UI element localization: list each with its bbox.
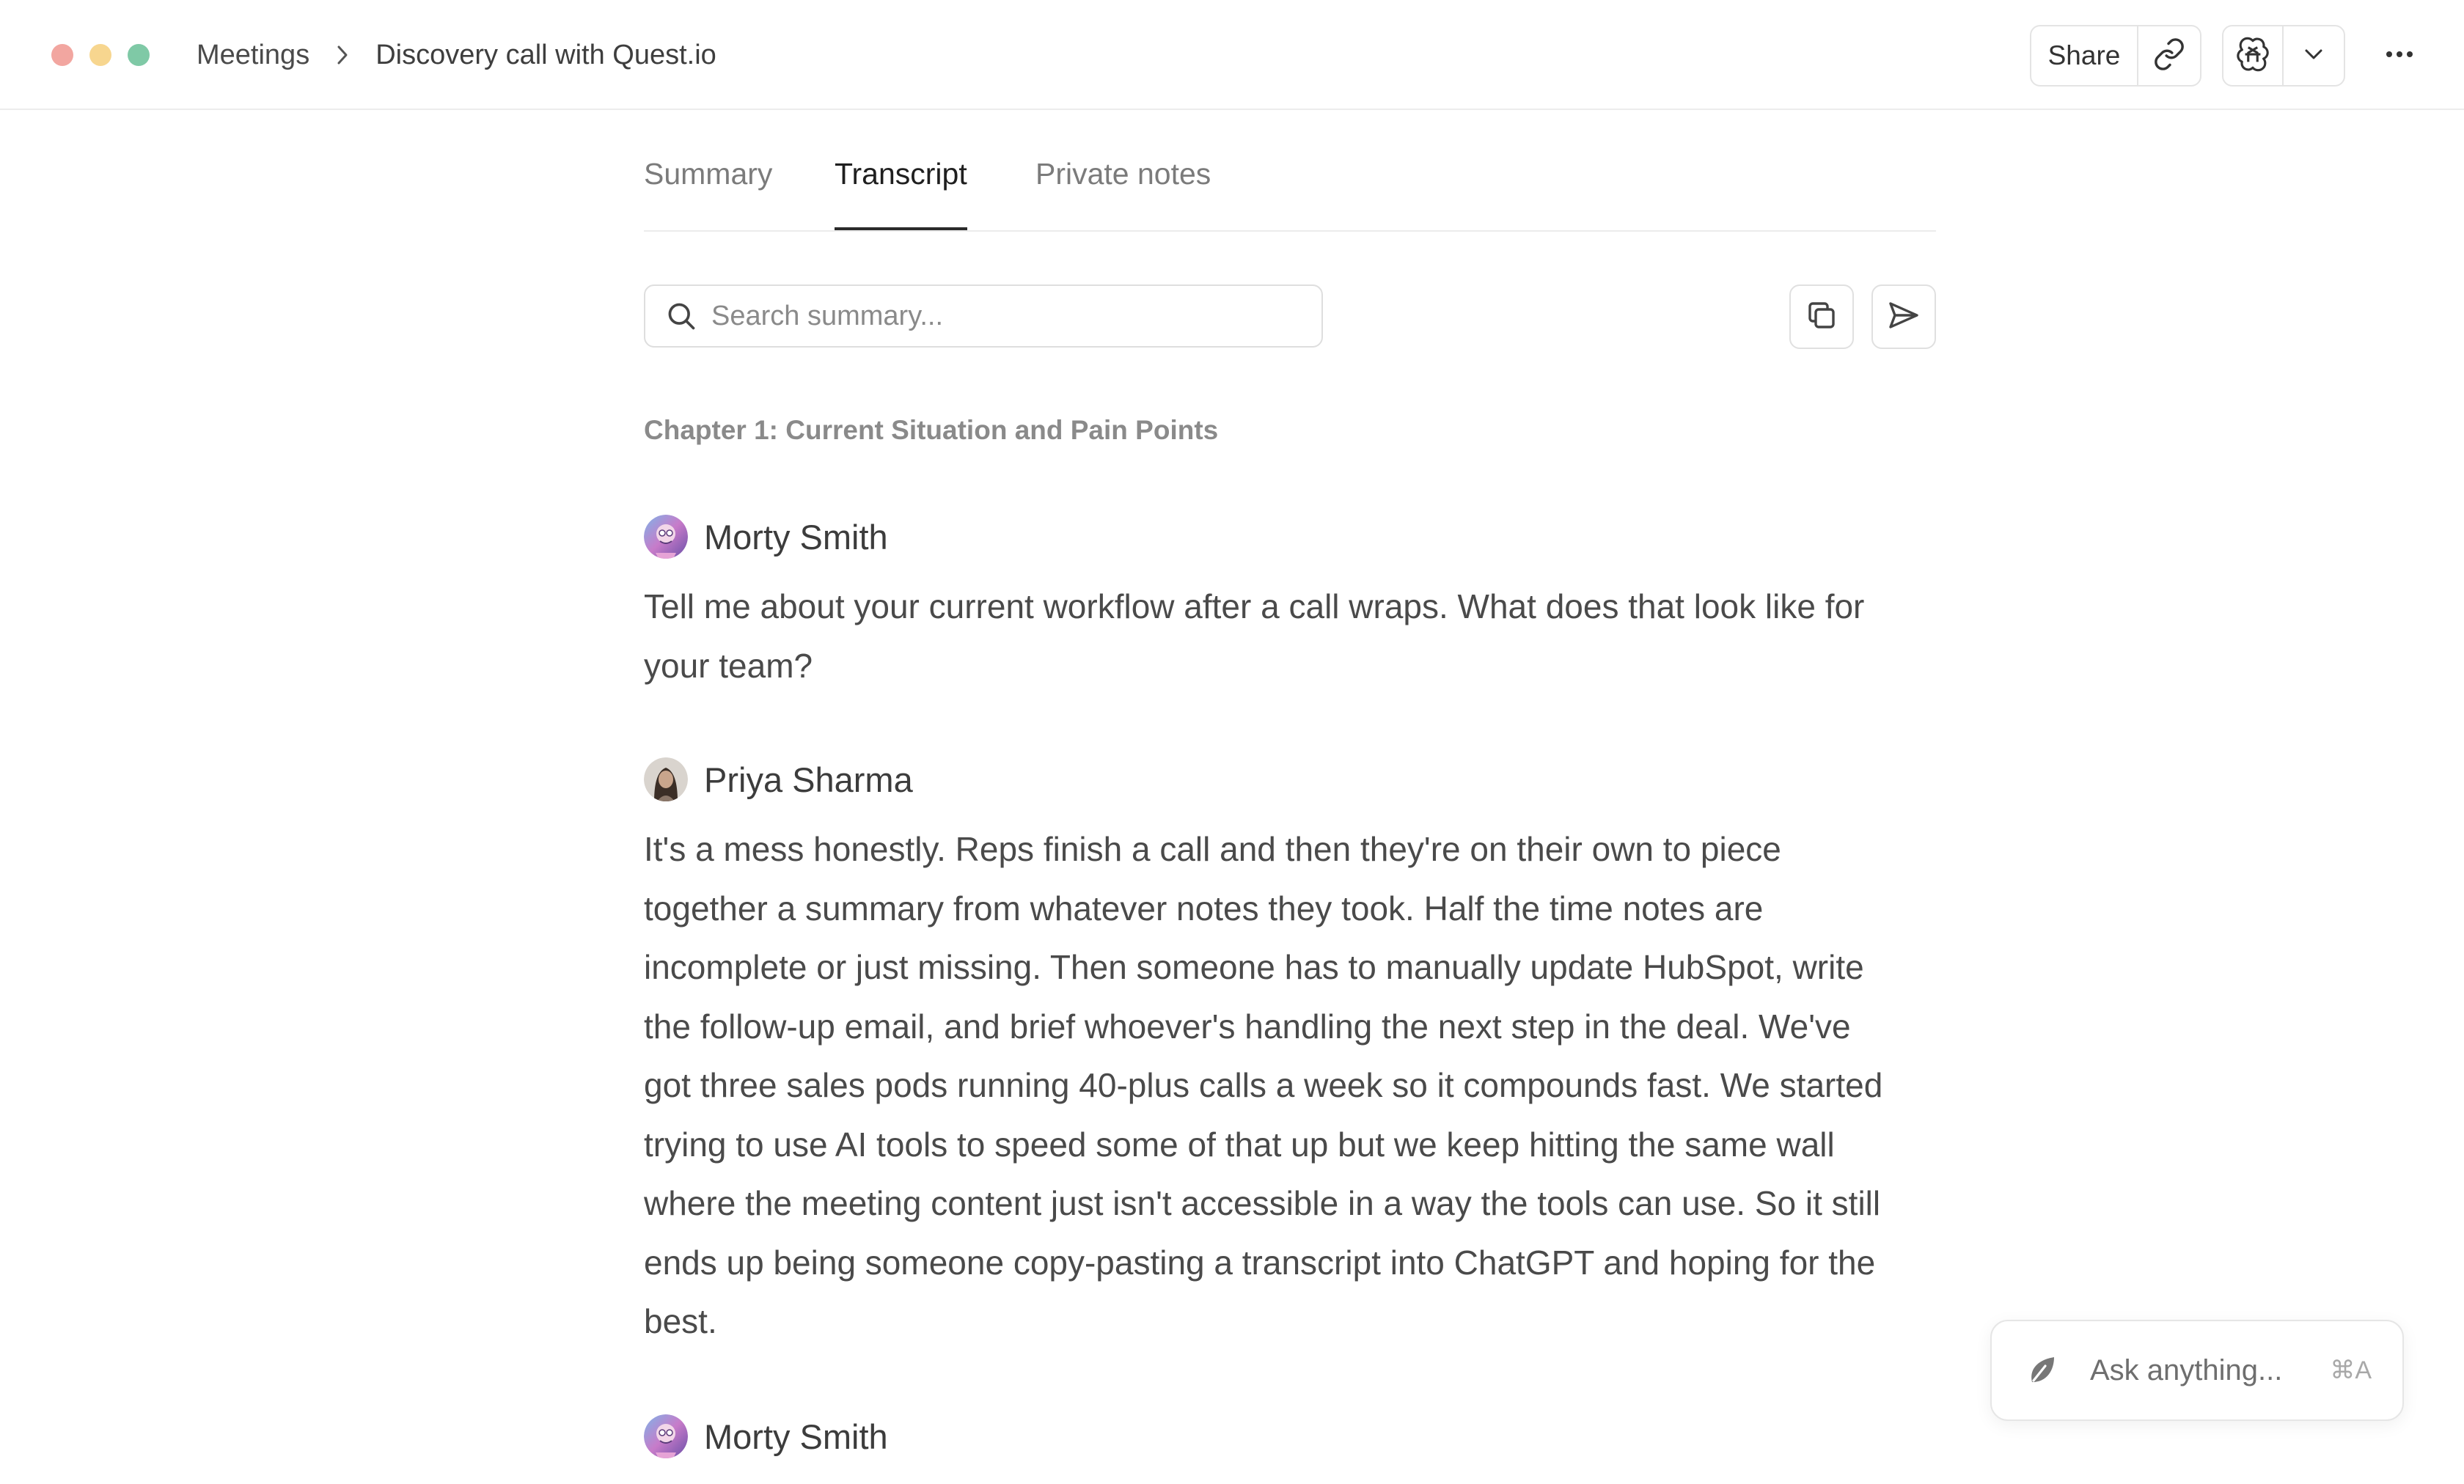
minimize-window-button[interactable] <box>89 44 111 66</box>
link-icon <box>2152 37 2186 75</box>
copy-transcript-button[interactable] <box>1789 284 1854 349</box>
tab-private-notes[interactable]: Private notes <box>1035 157 1211 230</box>
search-input[interactable] <box>711 300 1298 332</box>
share-button[interactable]: Share <box>2031 26 2138 85</box>
window-titlebar: Meetings Discovery call with Quest.io Sh… <box>0 0 2464 110</box>
speaker-row: Morty Smith <box>644 513 1905 561</box>
speaker-row: Priya Sharma <box>644 755 1905 804</box>
copy-link-button[interactable] <box>2138 26 2200 85</box>
maximize-window-button[interactable] <box>128 44 150 66</box>
ai-model-button-group <box>2222 25 2345 87</box>
tab-transcript[interactable]: Transcript <box>835 157 967 230</box>
transcript-entry: Morty Smith Tell me about your current w… <box>644 513 1905 695</box>
breadcrumb-meetings-link[interactable]: Meetings <box>197 40 309 71</box>
search-icon <box>663 298 700 334</box>
ask-anything-placeholder: Ask anything... <box>2090 1353 2283 1386</box>
speaker-name: Priya Sharma <box>704 760 913 799</box>
transcript-entry: Morty Smith <box>644 1412 1905 1461</box>
openai-icon <box>2234 36 2271 76</box>
avatar <box>644 1414 688 1458</box>
send-transcript-button[interactable] <box>1871 284 1936 349</box>
chevron-right-icon <box>331 44 353 66</box>
utterance-text: Tell me about your current workflow afte… <box>644 587 1865 685</box>
copy-icon <box>1804 298 1839 337</box>
share-button-group: Share <box>2030 25 2201 87</box>
more-horizontal-icon <box>2385 49 2414 62</box>
search-box <box>644 284 1323 348</box>
ai-model-button[interactable] <box>2223 26 2284 85</box>
chevron-down-icon <box>2302 46 2325 66</box>
avatar <box>644 515 688 559</box>
more-options-button[interactable] <box>2369 25 2430 87</box>
speaker-name: Morty Smith <box>704 517 888 556</box>
send-icon <box>1886 298 1921 337</box>
avatar <box>644 757 688 801</box>
speaker-name: Morty Smith <box>704 1417 888 1456</box>
chapter-heading: Chapter 1: Current Situation and Pain Po… <box>644 415 1219 445</box>
speaker-row: Morty Smith <box>644 1412 1905 1461</box>
tab-bar: Summary Transcript Private notes <box>644 139 1936 232</box>
close-window-button[interactable] <box>51 44 73 66</box>
ai-model-dropdown-button[interactable] <box>2284 26 2344 85</box>
utterance-text: It's a mess honestly. Reps finish a call… <box>644 830 1883 1340</box>
breadcrumb: Meetings Discovery call with Quest.io <box>197 35 716 75</box>
window-controls <box>51 44 150 66</box>
tab-summary[interactable]: Summary <box>644 157 772 230</box>
breadcrumb-current-page: Discovery call with Quest.io <box>375 39 716 70</box>
keyboard-shortcut-hint: ⌘A <box>2330 1356 2372 1384</box>
ask-anything-button[interactable]: Ask anything... ⌘A <box>1990 1320 2404 1421</box>
transcript-entry: Priya Sharma It's a mess honestly. Reps … <box>644 755 1905 1351</box>
leaf-icon <box>2024 1352 2061 1389</box>
